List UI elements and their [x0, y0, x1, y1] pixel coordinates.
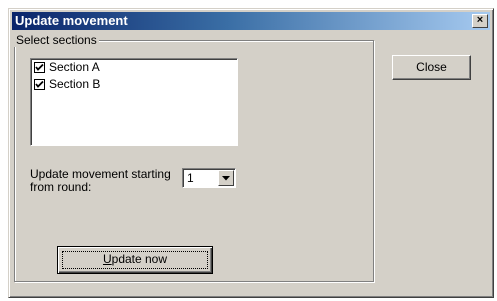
start-round-select[interactable]: 1: [182, 168, 236, 188]
select-sections-legend: Select sections: [14, 33, 99, 47]
list-item-section-a[interactable]: Section A: [31, 59, 237, 76]
section-b-label: Section B: [49, 77, 101, 91]
close-icon[interactable]: ×: [472, 14, 488, 28]
section-a-checkbox[interactable]: [34, 62, 45, 73]
close-button[interactable]: Close: [392, 55, 471, 80]
dropdown-button[interactable]: [218, 170, 234, 186]
checkmark-icon: [35, 63, 44, 71]
update-now-button[interactable]: Update now: [57, 246, 213, 274]
update-label-rest: pdate now: [111, 252, 168, 266]
update-mnemonic: U: [102, 252, 112, 266]
section-b-checkbox[interactable]: [34, 79, 45, 90]
checkmark-icon: [35, 80, 44, 88]
section-a-label: Section A: [49, 60, 100, 74]
chevron-down-icon: [222, 175, 230, 180]
sections-listbox[interactable]: Section A Section B: [30, 58, 238, 146]
start-round-label-line2: from round:: [30, 180, 92, 194]
update-now-label: Update now: [103, 252, 167, 266]
start-round-value: 1: [187, 171, 194, 185]
title-bar: Update movement ×: [12, 12, 490, 30]
list-item-section-b[interactable]: Section B: [31, 76, 237, 93]
start-round-label: Update movement starting from round:: [30, 168, 190, 194]
window-title: Update movement: [15, 13, 128, 28]
